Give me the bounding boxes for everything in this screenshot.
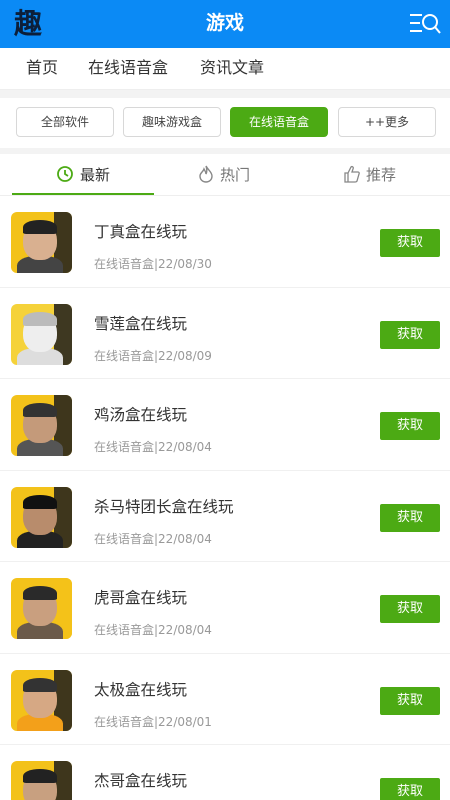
app-thumbnail	[11, 486, 72, 548]
list-item[interactable]: 雪莲盒在线玩 在线语音盒|22/08/09 获取	[0, 288, 450, 379]
page-title: 游戏	[205, 12, 244, 34]
list-item[interactable]: 虎哥盒在线玩 在线语音盒|22/08/04 获取	[0, 562, 450, 654]
app-title: 雪莲盒在线玩	[94, 314, 188, 333]
list-item[interactable]: 太极盒在线玩 在线语音盒|22/08/01 获取	[0, 654, 450, 745]
get-button[interactable]: 获取	[380, 503, 440, 532]
tab-bar: 最新 热门 推荐	[0, 154, 450, 196]
nav-item-home[interactable]: 首页	[26, 48, 58, 88]
tab-latest[interactable]: 最新	[56, 154, 110, 194]
app-subtitle: 在线语音盒|22/08/30	[94, 257, 212, 271]
app-subtitle: 在线语音盒|22/08/01	[94, 714, 212, 729]
filter-all-software[interactable]: 全部软件	[16, 107, 114, 137]
app-list: 丁真盒在线玩 在线语音盒|22/08/30 获取 雪莲盒在线玩 在线语音盒|22…	[0, 196, 450, 800]
menu-search-icon[interactable]	[408, 8, 442, 38]
list-item[interactable]: 杀马特团长盒在线玩 在线语音盒|22/08/04 获取	[0, 471, 450, 562]
nav-item-articles[interactable]: 资讯文章	[200, 48, 264, 88]
app-thumbnail	[11, 761, 72, 800]
flame-icon	[199, 165, 213, 183]
list-item[interactable]: 鸡汤盒在线玩 在线语音盒|22/08/04 获取	[0, 379, 450, 471]
app-subtitle: 在线语音盒|22/08/04	[94, 531, 212, 546]
app-title: 杰哥盒在线玩	[94, 772, 188, 790]
list-item[interactable]: 丁真盒在线玩 在线语音盒|22/08/30 获取	[0, 196, 450, 288]
filter-fun-games[interactable]: 趣味游戏盒	[123, 107, 221, 137]
filter-more[interactable]: ++更多	[338, 107, 436, 137]
get-button[interactable]: 获取	[380, 778, 440, 800]
nav-item-voice-box[interactable]: 在线语音盒	[88, 48, 168, 88]
filter-bar: 全部软件 趣味游戏盒 在线语音盒 ++更多	[0, 98, 450, 148]
app-thumbnail	[11, 303, 72, 365]
app-thumbnail	[11, 212, 72, 273]
app-thumbnail	[11, 395, 72, 456]
clock-history-icon	[57, 166, 73, 182]
tab-latest-label: 最新	[80, 165, 111, 184]
tab-hot[interactable]: 热门	[198, 154, 250, 194]
thumbs-up-icon	[344, 165, 360, 183]
get-button[interactable]: 获取	[380, 229, 440, 257]
get-button[interactable]: 获取	[380, 412, 440, 440]
tab-recommend-label: 推荐	[366, 165, 397, 184]
app-title: 鸡汤盒在线玩	[94, 406, 188, 424]
list-item[interactable]: 杰哥盒在线玩 获取	[0, 745, 450, 800]
divider	[0, 90, 450, 98]
app-subtitle: 在线语音盒|22/08/04	[94, 623, 212, 637]
top-nav: 首页 在线语音盒 资讯文章	[0, 48, 450, 90]
get-button[interactable]: 获取	[380, 595, 440, 623]
get-button[interactable]: 获取	[380, 320, 440, 349]
tab-hot-label: 热门	[220, 165, 251, 184]
get-button[interactable]: 获取	[380, 686, 440, 715]
app-title: 杀马特团长盒在线玩	[94, 497, 234, 516]
tab-recommend[interactable]: 推荐	[344, 154, 396, 194]
app-title: 虎哥盒在线玩	[94, 589, 188, 607]
app-subtitle: 在线语音盒|22/08/04	[94, 440, 212, 454]
app-title: 太极盒在线玩	[94, 680, 188, 699]
app-thumbnail	[11, 578, 72, 639]
app-subtitle: 在线语音盒|22/08/09	[94, 348, 212, 363]
filter-voice-box[interactable]: 在线语音盒	[230, 107, 328, 137]
active-tab-indicator	[12, 193, 154, 195]
app-thumbnail	[11, 669, 72, 731]
top-bar: 趣 游戏	[0, 0, 450, 48]
app-title: 丁真盒在线玩	[94, 223, 188, 241]
